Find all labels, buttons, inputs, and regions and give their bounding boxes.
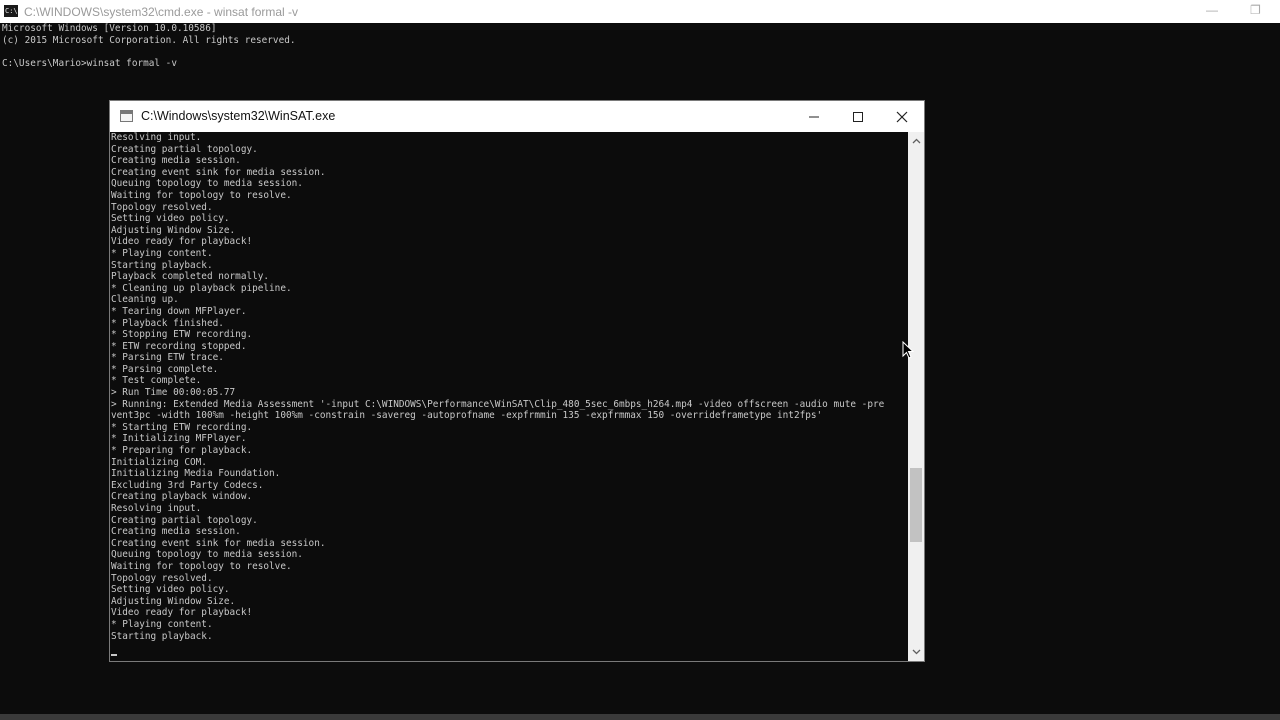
taskbar-edge xyxy=(0,714,1280,720)
console-line: * Preparing for playback. xyxy=(111,445,253,457)
scroll-down-button[interactable] xyxy=(908,644,924,661)
console-line: Resolving input. xyxy=(111,503,202,514)
console-line: * Test complete. xyxy=(111,375,202,387)
console-line: Initializing COM. xyxy=(111,456,207,468)
console-line: Starting playback. xyxy=(111,630,213,642)
console-line: * Tearing down MFPlayer. xyxy=(111,305,247,317)
console-line: Creating playback window. xyxy=(111,491,253,503)
console-line: Creating media session. xyxy=(111,155,241,167)
cmd-window-titlebar[interactable]: C:\ C:\WINDOWS\system32\cmd.exe - winsat… xyxy=(0,0,1280,23)
scroll-up-button[interactable] xyxy=(908,132,924,149)
console-line: * Parsing ETW trace. xyxy=(111,352,224,364)
console-line: Setting video policy. xyxy=(111,213,230,225)
winsat-window-title: C:\Windows\system32\WinSAT.exe xyxy=(141,109,336,123)
console-line: Setting video policy. xyxy=(111,584,230,596)
vertical-scrollbar[interactable] xyxy=(908,132,924,661)
scroll-thumb[interactable] xyxy=(910,468,922,542)
console-line: Creating event sink for media session. xyxy=(111,166,326,178)
cmd-window-title: C:\WINDOWS\system32\cmd.exe - winsat for… xyxy=(24,5,299,19)
console-line: Queuing topology to media session. xyxy=(111,178,303,190)
close-button[interactable] xyxy=(880,101,924,132)
console-line: Video ready for playback! xyxy=(111,607,253,619)
console-line: * Playback finished. xyxy=(111,317,224,329)
console-line: Waiting for topology to resolve. xyxy=(111,189,292,201)
console-line: Playback completed normally. xyxy=(111,271,270,283)
console-line: Topology resolved. xyxy=(111,572,213,584)
console-line: Initializing Media Foundation. xyxy=(111,468,281,480)
mouse-pointer-icon xyxy=(902,341,914,359)
console-line: Queuing topology to media session. xyxy=(111,549,303,561)
winsat-console-output[interactable]: Resolving input. Creating partial topolog… xyxy=(110,132,908,661)
console-app-icon xyxy=(120,110,133,122)
console-line: * Initializing MFPlayer. xyxy=(111,433,247,445)
cmd-console-output[interactable]: Microsoft Windows [Version 10.0.10586] (c… xyxy=(2,23,1272,69)
console-line: Resolving input. xyxy=(111,132,202,143)
console-line: Adjusting Window Size. xyxy=(111,595,236,607)
console-line: * Playing content. xyxy=(111,247,213,259)
console-line: Cleaning up. xyxy=(111,294,179,306)
console-line: Starting playback. xyxy=(111,259,213,271)
console-line: Creating event sink for media session. xyxy=(111,537,326,549)
console-line: (c) 2015 Microsoft Corporation. All righ… xyxy=(2,34,296,46)
minimize-button[interactable] xyxy=(792,101,836,132)
console-line: vent3pc -width 100%m -height 100%m -cons… xyxy=(111,410,823,422)
console-line: Creating media session. xyxy=(111,526,241,538)
console-line: * Starting ETW recording. xyxy=(111,421,253,433)
console-line: Adjusting Window Size. xyxy=(111,224,236,236)
console-line: * Parsing complete. xyxy=(111,363,219,375)
winsat-window-titlebar[interactable]: C:\Windows\system32\WinSAT.exe xyxy=(110,101,924,132)
console-line: * Cleaning up playback pipeline. xyxy=(111,282,292,294)
console-line: Creating partial topology. xyxy=(111,514,258,526)
text-cursor xyxy=(111,654,117,656)
console-line: * Playing content. xyxy=(111,618,213,630)
chevron-up-icon xyxy=(912,138,920,144)
console-line: Creating partial topology. xyxy=(111,143,258,155)
console-line: C:\Users\Mario>winsat formal -v xyxy=(2,57,177,69)
console-line: Excluding 3rd Party Codecs. xyxy=(111,479,264,491)
console-line: Waiting for topology to resolve. xyxy=(111,560,292,572)
console-line: > Running: Extended Media Assessment '-i… xyxy=(111,398,885,410)
cmd-restore-button[interactable]: ❐ xyxy=(1250,3,1261,17)
console-line: Video ready for playback! xyxy=(111,236,253,248)
chevron-down-icon xyxy=(912,649,920,655)
winsat-window[interactable]: C:\Windows\system32\WinSAT.exe Resolving… xyxy=(109,100,925,662)
console-line: Topology resolved. xyxy=(111,201,213,213)
console-line: > Run Time 00:00:05.77 xyxy=(111,387,236,399)
console-line: * ETW recording stopped. xyxy=(111,340,247,352)
cmd-minimize-button[interactable]: — xyxy=(1206,3,1218,17)
maximize-button[interactable] xyxy=(836,101,880,132)
minimize-icon xyxy=(809,116,819,118)
cmd-app-icon: C:\ xyxy=(4,5,18,17)
console-line: * Stopping ETW recording. xyxy=(111,329,253,341)
maximize-icon xyxy=(853,112,863,122)
close-icon xyxy=(896,111,908,123)
console-line: Microsoft Windows [Version 10.0.10586] xyxy=(2,23,217,34)
